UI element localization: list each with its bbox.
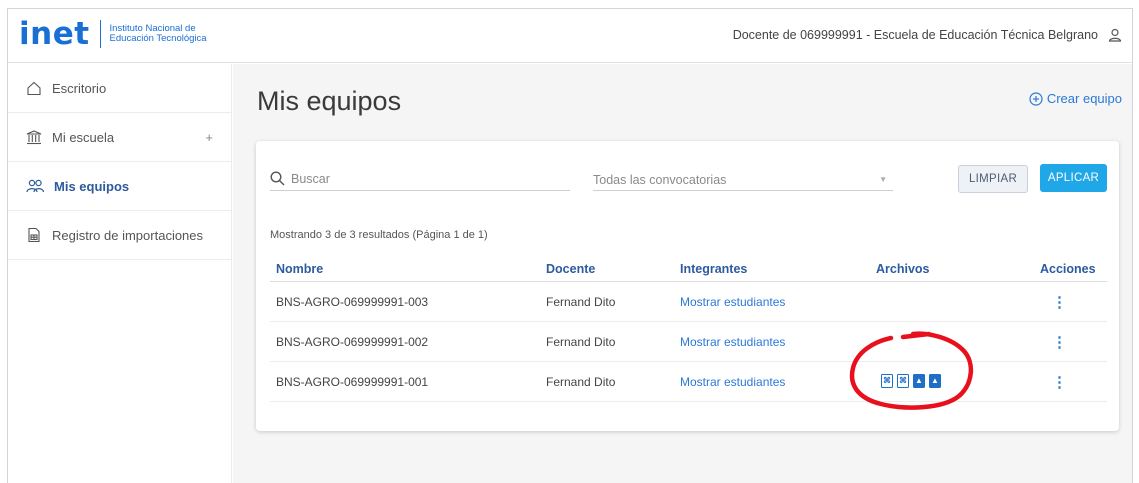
school-icon — [26, 129, 42, 144]
logo-subtitle-line2: Educación Tecnológica — [109, 33, 207, 44]
column-header-integrantes: Integrantes — [680, 262, 748, 276]
clear-button[interactable]: LIMPIAR — [958, 165, 1028, 193]
plus-circle-icon — [1029, 91, 1043, 106]
convocatoria-select[interactable]: Todas las convocatorias ▼ — [593, 169, 893, 191]
sidebar-item-label: Registro de importaciones — [52, 227, 204, 243]
import-log-icon — [28, 227, 40, 243]
row-actions-menu-icon[interactable]: ⋮ — [1052, 333, 1067, 351]
sidebar-item-registro-importaciones[interactable]: Registro de importaciones — [8, 211, 231, 260]
image-file-icon[interactable]: ▲ — [929, 374, 941, 388]
pdf-file-icon[interactable]: ⌘ — [897, 374, 909, 388]
sidebar: Escritorio Mi escuela + Mis equipos Regi… — [8, 64, 232, 483]
row-actions-menu-icon[interactable]: ⋮ — [1052, 373, 1067, 391]
column-header-archivos: Archivos — [876, 262, 930, 276]
sidebar-item-escritorio[interactable]: Escritorio — [8, 64, 231, 113]
user-icon — [1108, 28, 1122, 42]
create-team-button[interactable]: Crear equipo — [1029, 91, 1122, 106]
sidebar-item-label: Mis equipos — [54, 178, 130, 194]
table-row: BNS-AGRO-069999991-001 Fernand Dito Most… — [270, 362, 1107, 402]
team-icon — [26, 179, 44, 192]
table-row: BNS-AGRO-069999991-002 Fernand Dito Most… — [270, 322, 1107, 362]
results-summary: Mostrando 3 de 3 resultados (Página 1 de… — [270, 229, 488, 241]
teacher-name: Fernand Dito — [546, 375, 616, 389]
team-name: BNS-AGRO-069999991-002 — [276, 335, 429, 349]
team-name: BNS-AGRO-069999991-001 — [276, 375, 429, 389]
teacher-name: Fernand Dito — [546, 295, 616, 309]
page-title: Mis equipos — [257, 86, 402, 116]
show-students-link[interactable]: Mostrar estudiantes — [680, 335, 785, 349]
logo-wordmark: inet — [19, 16, 90, 52]
teams-card: Todas las convocatorias ▼ LIMPIAR APLICA… — [256, 141, 1119, 431]
search-icon — [270, 171, 285, 186]
column-header-nombre[interactable]: Nombre — [276, 262, 323, 276]
table-row: BNS-AGRO-069999991-003 Fernand Dito Most… — [270, 282, 1107, 322]
sidebar-item-label: Escritorio — [52, 80, 107, 96]
pdf-file-icon[interactable]: ⌘ — [881, 374, 893, 388]
table-header: Nombre Docente Integrantes Archivos Acci… — [270, 254, 1107, 282]
sidebar-item-mi-escuela[interactable]: Mi escuela + — [8, 113, 231, 162]
logo-subtitle: Instituto Nacional de Educación Tecnológ… — [110, 24, 207, 44]
image-file-icon[interactable]: ▲ — [913, 374, 925, 388]
user-menu[interactable]: Docente de 069999991 - Escuela de Educac… — [733, 28, 1122, 42]
sidebar-item-label: Mi escuela — [52, 129, 115, 145]
show-students-link[interactable]: Mostrar estudiantes — [680, 295, 785, 309]
teacher-name: Fernand Dito — [546, 335, 616, 349]
top-header: inet Instituto Nacional de Educación Tec… — [8, 9, 1132, 63]
app-window: inet Instituto Nacional de Educación Tec… — [7, 8, 1133, 483]
convocatoria-select-value: Todas las convocatorias — [593, 173, 727, 187]
create-team-label: Crear equipo — [1046, 91, 1122, 106]
home-icon — [27, 81, 41, 95]
apply-button[interactable]: APLICAR — [1040, 164, 1107, 192]
inet-logo[interactable]: inet Instituto Nacional de Educación Tec… — [19, 17, 207, 51]
column-header-acciones: Acciones — [1040, 262, 1096, 276]
row-actions-menu-icon[interactable]: ⋮ — [1052, 293, 1067, 311]
main-content: Mis equipos Crear equipo Todas las convo… — [233, 64, 1132, 483]
logo-divider — [99, 20, 101, 48]
chevron-down-icon: ▼ — [879, 175, 887, 184]
file-icons-group: ⌘ ⌘ ▲ ▲ — [881, 374, 941, 388]
show-students-link[interactable]: Mostrar estudiantes — [680, 375, 785, 389]
search-input[interactable] — [291, 171, 551, 186]
search-field[interactable] — [270, 167, 570, 191]
team-name: BNS-AGRO-069999991-003 — [276, 295, 429, 309]
sidebar-item-mis-equipos[interactable]: Mis equipos — [8, 162, 231, 211]
expand-plus-icon[interactable]: + — [205, 130, 213, 145]
column-header-docente: Docente — [546, 262, 596, 276]
user-role-text: Docente de 069999991 - Escuela de Educac… — [732, 28, 1098, 42]
